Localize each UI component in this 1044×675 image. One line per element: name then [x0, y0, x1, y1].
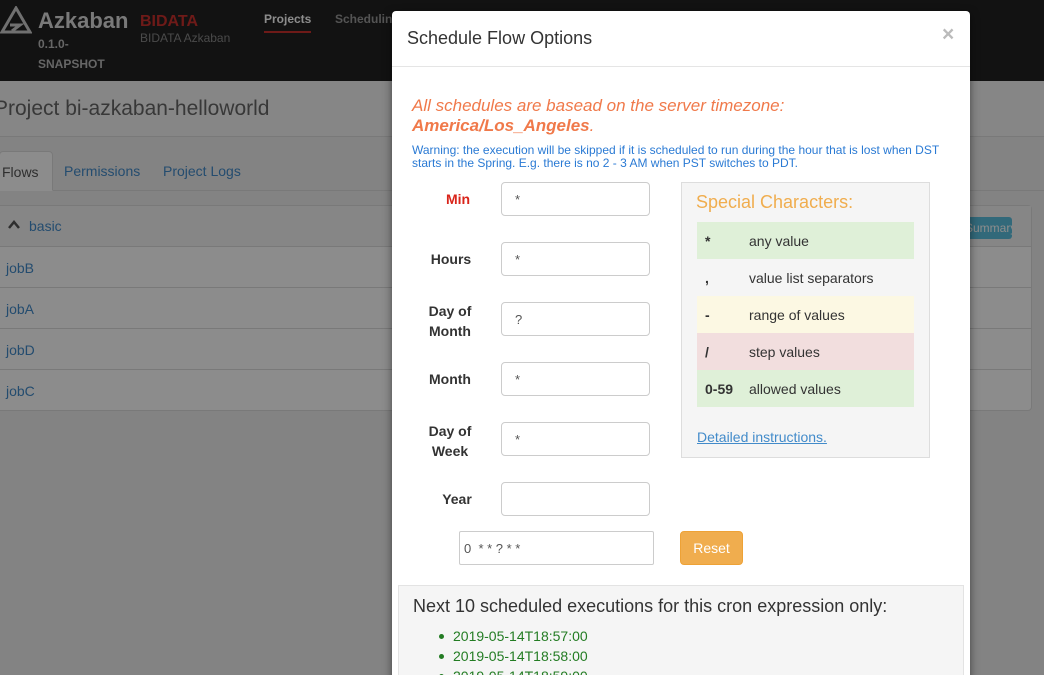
special-char-desc: allowed values: [749, 380, 841, 397]
next-executions-title: Next 10 scheduled executions for this cr…: [413, 596, 888, 616]
special-char-symbol: *: [705, 232, 711, 249]
modal-header: Schedule Flow Options ×: [392, 11, 970, 67]
execution-time: 2019-05-14T18:59:00: [439, 666, 588, 675]
special-char-row: * any value: [697, 222, 914, 259]
special-char-row: , value list separators: [697, 259, 914, 296]
modal-title: Schedule Flow Options: [407, 28, 593, 48]
day-of-week-label-line1: Day of: [428, 423, 472, 439]
timezone-period: .: [589, 116, 595, 135]
next-executions-list: 2019-05-14T18:57:00 2019-05-14T18:58:00 …: [439, 626, 588, 675]
day-of-week-label: Day of Week: [415, 421, 485, 461]
special-char-desc: range of values: [749, 306, 845, 323]
special-char-row: 0-59 allowed values: [697, 370, 914, 407]
timezone-name: America/Los_Angeles: [412, 116, 590, 135]
day-of-week-label-line2: Week: [431, 443, 469, 459]
day-of-month-label-line2: Month: [429, 323, 471, 339]
special-characters-table: * any value , value list separators - ra…: [697, 222, 914, 407]
year-label: Year: [442, 491, 472, 507]
special-char-desc: value list separators: [749, 269, 874, 286]
day-of-month-label-line1: Day of: [428, 303, 472, 319]
special-char-row: / step values: [697, 333, 914, 370]
detailed-instructions-link[interactable]: Detailed instructions.: [697, 429, 827, 445]
month-label: Month: [429, 371, 471, 387]
close-icon[interactable]: ×: [942, 23, 954, 47]
min-label: Min: [445, 191, 471, 207]
hours-input[interactable]: [501, 242, 650, 276]
special-char-row: - range of values: [697, 296, 914, 333]
special-characters-panel: Special Characters: * any value , value …: [681, 182, 930, 458]
hours-label: Hours: [430, 251, 472, 267]
schedule-flow-modal: Schedule Flow Options × All schedules ar…: [392, 11, 970, 675]
special-char-symbol: 0-59: [705, 380, 734, 397]
special-char-symbol: ,: [705, 269, 709, 286]
execution-time: 2019-05-14T18:57:00: [439, 626, 588, 646]
year-input[interactable]: [501, 482, 650, 516]
timezone-note-text: All schedules are basead on the server t…: [412, 96, 785, 115]
special-char-desc: any value: [749, 232, 809, 249]
dst-warning: Warning: the execution will be skipped i…: [412, 143, 939, 170]
cron-expression-output[interactable]: [459, 531, 654, 565]
special-char-symbol: -: [705, 306, 710, 323]
timezone-note: All schedules are basead on the server t…: [412, 96, 784, 136]
min-input[interactable]: [501, 182, 650, 216]
special-characters-title: Special Characters:: [696, 192, 854, 212]
month-input[interactable]: [501, 362, 650, 396]
special-char-desc: step values: [749, 343, 820, 360]
special-char-symbol: /: [705, 343, 709, 360]
day-of-month-label: Day of Month: [415, 301, 485, 341]
day-of-month-input[interactable]: [501, 302, 650, 336]
reset-button[interactable]: Reset: [680, 531, 743, 565]
day-of-week-input[interactable]: [501, 422, 650, 456]
execution-time: 2019-05-14T18:58:00: [439, 646, 588, 666]
next-executions-panel: Next 10 scheduled executions for this cr…: [398, 585, 964, 675]
